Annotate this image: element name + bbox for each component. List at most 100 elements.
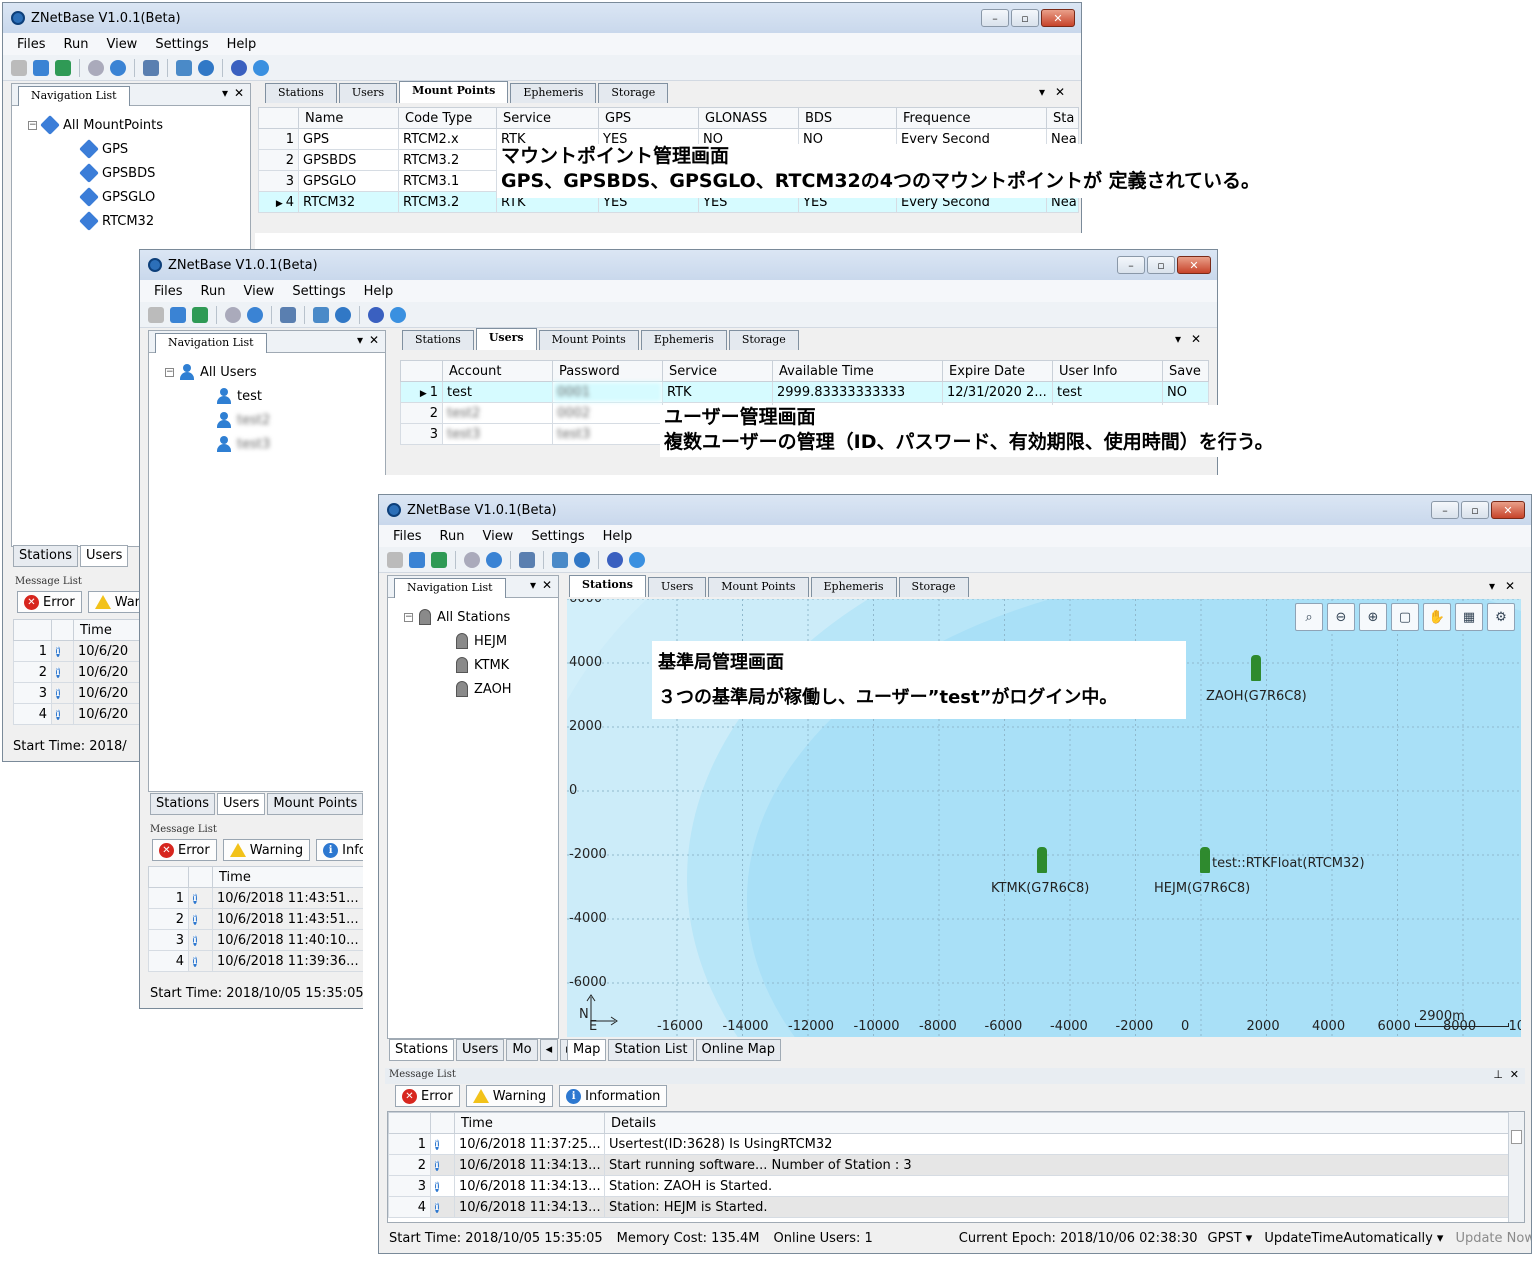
maximize-button[interactable]: ▫ (1461, 501, 1489, 519)
tree-root[interactable]: − All MountPoints (28, 114, 163, 136)
column-header-service[interactable]: Service (662, 360, 773, 382)
play-icon[interactable] (88, 59, 104, 76)
menu-run[interactable]: Run (440, 529, 465, 544)
column-header-name[interactable]: Name (298, 107, 399, 129)
station-marker-hejm[interactable] (1200, 847, 1210, 873)
bottom-tab-map[interactable]: Map (567, 1039, 607, 1061)
menu-help[interactable]: Help (364, 284, 394, 299)
tab-mount-points[interactable]: Mount Points (708, 577, 809, 597)
column-header-frequence[interactable]: Frequence (896, 107, 1047, 129)
filter-error-button[interactable]: ✕ Error (17, 591, 82, 613)
tab-stations[interactable]: Stations (265, 83, 337, 103)
help-icon[interactable] (607, 551, 623, 568)
bottom-tab-users[interactable]: Users (80, 545, 129, 567)
column-header-time[interactable]: Time (454, 1112, 605, 1134)
table-row[interactable]: 3 i 10/6/2018 11:34:13... Station: ZAOH … (388, 1175, 1509, 1197)
pause-icon[interactable] (247, 306, 263, 323)
table-row-selected[interactable]: ▶ 1 test 0001 RTK 2999.83333333333 12/31… (400, 381, 1209, 403)
window-icon[interactable] (280, 306, 296, 323)
menu-files[interactable]: Files (17, 37, 46, 52)
tabs-close-icon[interactable]: ✕ (1055, 85, 1065, 99)
navigation-list-tab[interactable]: Navigation List (18, 86, 130, 106)
table-row[interactable]: 4 i 10/6/2018 11:34:13... Station: HEJM … (388, 1196, 1509, 1218)
column-header-code-type[interactable]: Code Type (398, 107, 497, 129)
pane-close-icon[interactable]: ✕ (542, 578, 552, 592)
menu-run[interactable]: Run (64, 37, 89, 52)
tree-item-user[interactable]: test (217, 385, 262, 407)
navigation-list-tab[interactable]: Navigation List (155, 333, 267, 353)
minimize-button[interactable]: – (1431, 501, 1459, 519)
tree-item-gps[interactable]: GPS (79, 138, 128, 160)
tree-root[interactable]: − All Stations (404, 606, 510, 628)
tabs-menu-icon[interactable]: ▾ (1039, 85, 1045, 99)
tab-storage[interactable]: Storage (898, 577, 969, 597)
time-system-dropdown[interactable]: GPST ▾ (1208, 1231, 1253, 1246)
maximize-button[interactable]: ▫ (1147, 256, 1175, 274)
tab-scroll-left-icon[interactable]: ◂ (539, 1039, 559, 1061)
fit-extent-icon[interactable]: ▢ (1391, 603, 1419, 631)
add-station-icon[interactable] (55, 59, 71, 76)
table-row[interactable]: 2 i 10/6/2018 11:43:51... (148, 908, 381, 930)
disconnect-icon[interactable] (148, 306, 164, 323)
bottom-tab-users[interactable]: Users (456, 1039, 505, 1061)
bottom-tab-station-list[interactable]: Station List (608, 1039, 694, 1061)
maximize-button[interactable]: ▫ (1011, 9, 1039, 27)
column-header-glonass[interactable]: GLONASS (698, 107, 799, 129)
column-header-time[interactable]: Time (212, 866, 381, 888)
pane-menu-icon[interactable]: ▾ (222, 86, 228, 100)
column-header-gps[interactable]: GPS (598, 107, 699, 129)
menu-help[interactable]: Help (603, 529, 633, 544)
about-icon[interactable] (390, 306, 406, 323)
tree-item-station[interactable]: ZAOH (456, 678, 512, 700)
bottom-tab-mount-points[interactable]: Mo (506, 1039, 538, 1061)
play-icon[interactable] (464, 551, 480, 568)
column-header-details[interactable]: Details (604, 1112, 1509, 1134)
tab-storage[interactable]: Storage (728, 330, 799, 350)
tab-users[interactable]: Users (647, 577, 707, 597)
about-icon[interactable] (629, 551, 645, 568)
column-header-available-time[interactable]: Available Time (772, 360, 943, 382)
close-button[interactable]: ✕ (1491, 501, 1525, 519)
filter-error-button[interactable]: ✕ Error (395, 1085, 460, 1107)
pane-close-icon[interactable]: ✕ (369, 333, 379, 347)
grid-icon[interactable]: ▦ (1455, 603, 1483, 631)
tree-item-station[interactable]: KTMK (456, 654, 509, 676)
tree-item-user[interactable]: test3 (217, 433, 270, 455)
bottom-tab-mount-points[interactable]: Mount Points (267, 793, 364, 815)
bottom-tab-online-map[interactable]: Online Map (695, 1039, 782, 1061)
station-marker-zaoh[interactable] (1251, 655, 1261, 681)
bottom-tab-stations[interactable]: Stations (13, 545, 78, 567)
update-mode-dropdown[interactable]: UpdateTimeAutomatically ▾ (1264, 1231, 1443, 1246)
tree-item-station[interactable]: HEJM (456, 630, 507, 652)
filter-warning-button[interactable]: Warning (465, 1085, 554, 1107)
close-button[interactable]: ✕ (1177, 256, 1211, 274)
update-now-button[interactable]: Update Now (1455, 1231, 1531, 1246)
settings-gear-icon[interactable] (574, 551, 590, 568)
pane-menu-icon[interactable]: ▾ (357, 333, 363, 347)
collapse-icon[interactable]: − (404, 612, 413, 622)
close-button[interactable]: ✕ (1041, 9, 1075, 27)
column-header-service[interactable]: Service (496, 107, 599, 129)
column-header-expire-date[interactable]: Expire Date (942, 360, 1053, 382)
tab-mount-points[interactable]: Mount Points (538, 330, 639, 350)
station-marker-ktmk[interactable] (1037, 847, 1047, 873)
help-icon[interactable] (231, 59, 247, 76)
tree-item-user[interactable]: test2 (217, 409, 270, 431)
bottom-tab-stations[interactable]: Stations (150, 793, 215, 815)
tabs-close-icon[interactable]: ✕ (1191, 332, 1201, 346)
menu-settings[interactable]: Settings (155, 37, 208, 52)
bottom-tab-stations[interactable]: Stations (389, 1039, 454, 1061)
window-icon[interactable] (519, 551, 535, 568)
window-icon[interactable] (143, 59, 159, 76)
tab-ephemeris[interactable]: Ephemeris (810, 577, 897, 597)
tab-ephemeris[interactable]: Ephemeris (640, 330, 727, 350)
zoom-in-icon[interactable]: ⊕ (1359, 603, 1387, 631)
tabs-close-icon[interactable]: ✕ (1505, 579, 1515, 593)
column-header-bds[interactable]: BDS (798, 107, 897, 129)
pin-icon[interactable]: ⊥ (1493, 1068, 1503, 1081)
zoom-region-icon[interactable]: ⌕ (1295, 603, 1323, 631)
tree-item-gpsbds[interactable]: GPSBDS (79, 162, 155, 184)
column-header-save[interactable]: Save (1162, 360, 1209, 382)
add-user-icon[interactable] (409, 551, 425, 568)
message-list-close-icon[interactable]: ✕ (1510, 1068, 1519, 1081)
